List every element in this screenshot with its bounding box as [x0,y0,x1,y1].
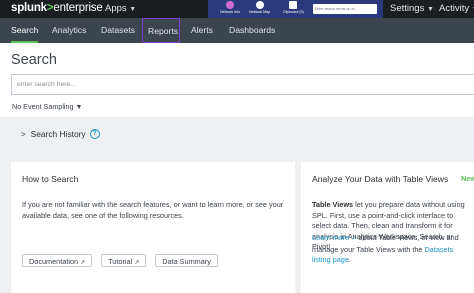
search-history-toggle[interactable]: > Search History ? [21,129,100,139]
clipboard-button[interactable]: Clipboard (0) [283,1,304,14]
resource-buttons: Documentation ↗ Tutorial ↗ Data Summary [22,254,218,267]
logo-product: enterprise [53,2,103,14]
how-to-search-panel: How to Search If you are not familiar wi… [11,162,295,293]
tab-datasets[interactable]: Datasets [101,18,135,43]
settings-label: Settings [390,3,425,14]
documentation-label: Documentation [29,257,79,266]
period: . [348,255,351,264]
tab-alerts[interactable]: Alerts [191,18,213,43]
event-sampling-label: No Event Sampling [12,102,74,111]
table-views-panel: Analyze Your Data with Table Views New T… [301,162,474,293]
extension-toolbar: Network Info Network Map Clipboard (0) E… [208,0,383,18]
chevron-down-icon: ▼ [75,104,83,111]
chevron-down-icon: ▼ [129,6,137,13]
table-views-title: Analyze Your Data with Table Views [312,174,449,184]
apps-label: Apps [105,3,127,14]
activity-menu[interactable]: Activity ▼ [439,3,474,14]
data-summary-button[interactable]: Data Summary [155,254,218,267]
splunk-logo[interactable]: splunk>enterprise [11,2,103,14]
new-badge: New [461,174,474,183]
learn-more-label: Learn more [312,233,350,242]
clipboard-label: Clipboard (0) [283,10,304,14]
data-summary-label: Data Summary [162,257,211,266]
chevron-right-icon: > [21,129,26,139]
activity-label: Activity [439,3,470,14]
network-map-icon [255,1,264,9]
logo-brand: splunk [11,2,47,14]
external-link-icon: ↗ [351,236,357,242]
how-to-search-title: How to Search [22,174,79,184]
search-input[interactable]: enter search here... [11,74,474,95]
tab-reports[interactable]: Reports [142,18,180,43]
search-history-label: Search History [30,129,86,139]
clipboard-icon [289,1,298,9]
tutorial-label: Tutorial [108,257,133,266]
tutorial-button[interactable]: Tutorial ↗ [101,254,147,267]
network-info-button[interactable]: Network Info [220,1,240,14]
tab-dashboards[interactable]: Dashboards [229,18,275,43]
network-map-button[interactable]: Network Map [249,1,270,14]
top-bar: splunk>enterprise Apps ▼ Network Info Ne… [0,0,474,18]
help-icon[interactable]: ? [89,129,100,139]
documentation-button[interactable]: Documentation ↗ [22,254,93,267]
how-to-search-text: If you are not familiar with the search … [22,200,284,220]
event-sampling-dropdown[interactable]: No Event Sampling ▼ [12,102,82,111]
tab-analytics[interactable]: Analytics [52,18,86,43]
app-nav-bar: Search Analytics Datasets Reports Alerts… [0,18,474,43]
table-views-links: Learn more ↗ about Table Views, or view a… [312,233,470,266]
network-info-icon [226,1,235,9]
external-link-icon: ↗ [80,260,86,266]
tray-search-input[interactable]: Enter search terms or url [313,4,377,14]
table-views-bold: Table Views [312,200,354,209]
chevron-down-icon: ▼ [426,6,434,13]
external-link-icon: ↗ [134,260,140,266]
settings-menu[interactable]: Settings ▼ [390,3,434,14]
page-title: Search [11,52,57,68]
network-info-label: Network Info [220,10,241,14]
tab-search[interactable]: Search [11,18,39,43]
learn-more-link[interactable]: Learn more ↗ [312,233,356,242]
apps-menu[interactable]: Apps ▼ [105,3,136,14]
network-map-label: Network Map [249,10,271,14]
